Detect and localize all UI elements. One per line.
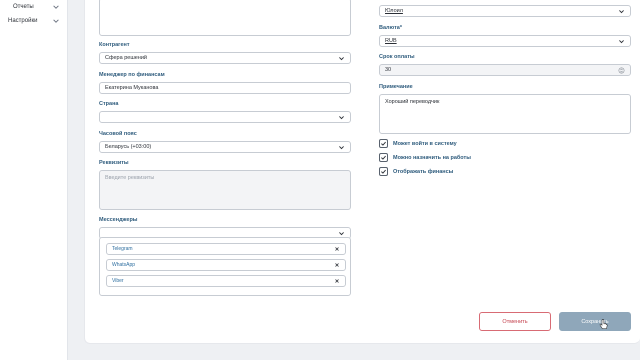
- requisites-textarea[interactable]: Введите реквизиты: [99, 170, 351, 210]
- sidebar-item-reports[interactable]: Отчеты: [0, 0, 68, 14]
- payment-term-input[interactable]: 30: [379, 64, 631, 76]
- payment-term-label: Срок оплаты: [379, 54, 415, 60]
- currency-select[interactable]: RUB: [379, 35, 631, 47]
- checkbox-label: Отображать финансы: [393, 168, 454, 175]
- messenger-chip-label: Viber: [112, 278, 124, 284]
- currency-label: Валюта*: [379, 25, 402, 31]
- top-left-textarea[interactable]: [99, 0, 351, 36]
- contractor-value: Сфера решений: [105, 55, 147, 61]
- sidebar: Отчеты Настройки: [0, 0, 68, 360]
- timezone-select[interactable]: Беларусь (+03:00): [99, 141, 351, 153]
- sidebar-item-label: Отчеты: [13, 4, 34, 10]
- payment-term-value: 30: [385, 67, 392, 73]
- note-label: Примечание: [379, 84, 413, 90]
- chevron-down-icon: [338, 55, 345, 62]
- chevron-down-icon: [52, 17, 60, 25]
- pointer-cursor-icon: [599, 319, 608, 329]
- country-label: Страна: [99, 101, 119, 107]
- chevron-down-icon: [618, 8, 625, 15]
- currency-value: RUB: [385, 38, 397, 44]
- checkbox-row-can-login[interactable]: Может войти в систему: [379, 139, 457, 148]
- finance-manager-input[interactable]: Екатерина Муканова: [99, 82, 351, 94]
- finance-manager-label: Менеджер по финансам: [99, 72, 165, 78]
- form-card: Контрагент Сфера решений Менеджер по фин…: [84, 0, 640, 344]
- messenger-chip-label: Telegram: [112, 246, 133, 252]
- sidebar-item-label: Настройки: [8, 18, 38, 24]
- close-icon[interactable]: [334, 262, 340, 268]
- timezone-value: Беларусь (+03:00): [105, 144, 152, 150]
- checkbox-label: Можно назначить на работы: [393, 154, 471, 161]
- messenger-chip-viber: Viber: [106, 275, 346, 287]
- messengers-label: Мессенджеры: [99, 217, 138, 223]
- chevron-down-icon: [52, 3, 60, 11]
- checkbox[interactable]: [379, 167, 388, 176]
- note-textarea[interactable]: Хороший переводчик: [379, 94, 631, 134]
- requisites-placeholder: Введите реквизиты: [105, 175, 155, 181]
- checkbox[interactable]: [379, 139, 388, 148]
- checkbox-row-can-assign[interactable]: Можно назначить на работы: [379, 153, 471, 162]
- chevron-down-icon: [338, 114, 345, 121]
- messenger-chip-label: WhatsApp: [112, 262, 136, 268]
- checkbox-row-show-finances[interactable]: Отображать финансы: [379, 167, 453, 176]
- country-select[interactable]: [99, 111, 351, 123]
- chevron-down-icon: [338, 230, 345, 237]
- contractor-select[interactable]: Сфера решений: [99, 52, 351, 64]
- cancel-button-label: Отменить: [502, 318, 528, 325]
- finance-manager-value: Екатерина Муканова: [105, 85, 159, 91]
- checkbox[interactable]: [379, 153, 388, 162]
- messenger-chip-whatsapp: WhatsApp: [106, 259, 346, 271]
- status-select[interactable]: Юлоил: [379, 5, 631, 17]
- cancel-button[interactable]: Отменить: [479, 312, 551, 331]
- close-icon[interactable]: [334, 278, 340, 284]
- sidebar-item-settings[interactable]: Настройки: [0, 14, 68, 28]
- checkbox-label: Может войти в систему: [393, 140, 457, 147]
- save-button[interactable]: Сохранить: [559, 312, 631, 331]
- note-value: Хороший переводчик: [385, 99, 440, 105]
- contractor-label: Контрагент: [99, 42, 130, 48]
- close-icon[interactable]: [334, 246, 340, 252]
- messenger-chip-telegram: Telegram: [106, 243, 346, 255]
- chevron-down-icon: [338, 144, 345, 151]
- timezone-label: Часовой пояс: [99, 131, 137, 137]
- chevron-down-icon: [618, 38, 625, 45]
- stepper-icon[interactable]: [618, 67, 625, 74]
- requisites-label: Реквизиты: [99, 160, 129, 166]
- status-value: Юлоил: [385, 8, 403, 14]
